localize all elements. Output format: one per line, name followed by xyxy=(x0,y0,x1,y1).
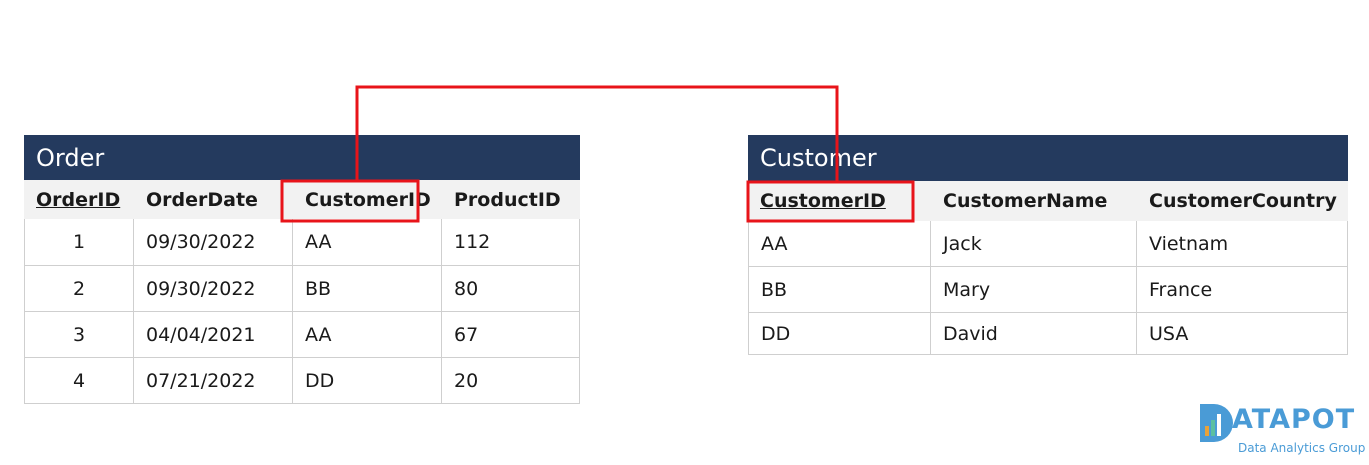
customer-header-customerid: CustomerID xyxy=(748,181,931,221)
logo-wordmark: ATAPOT xyxy=(1232,404,1356,435)
order-cell: 2 xyxy=(24,266,134,312)
customer-cell: Vietnam xyxy=(1137,221,1348,267)
customer-cell: DD xyxy=(748,313,931,355)
order-cell: 04/04/2021 xyxy=(134,312,293,358)
customer-header-customercountry: CustomerCountry xyxy=(1137,181,1348,221)
order-cell: 09/30/2022 xyxy=(134,219,293,266)
order-header-customerid: CustomerID xyxy=(293,180,442,219)
customer-cell: David xyxy=(931,313,1137,355)
customer-table-title: Customer xyxy=(748,135,1348,181)
order-cell: 09/30/2022 xyxy=(134,266,293,312)
customer-table-grid: CustomerID CustomerName CustomerCountry … xyxy=(748,181,1348,355)
customer-cell: BB xyxy=(748,267,931,313)
order-cell: DD xyxy=(293,358,442,404)
customer-cell: Jack xyxy=(931,221,1137,267)
order-header-productid: ProductID xyxy=(442,180,580,219)
customer-cell: France xyxy=(1137,267,1348,313)
order-cell: 67 xyxy=(442,312,580,358)
order-cell: 80 xyxy=(442,266,580,312)
order-cell: 3 xyxy=(24,312,134,358)
customer-header-customername: CustomerName xyxy=(931,181,1137,221)
customer-cell: Mary xyxy=(931,267,1137,313)
customer-cell: AA xyxy=(748,221,931,267)
order-cell: 07/21/2022 xyxy=(134,358,293,404)
order-cell: AA xyxy=(293,219,442,266)
order-cell: 4 xyxy=(24,358,134,404)
order-table-grid: OrderID OrderDate CustomerID ProductID 1… xyxy=(24,180,580,404)
order-cell: 20 xyxy=(442,358,580,404)
order-header-orderdate: OrderDate xyxy=(134,180,293,219)
order-cell: 1 xyxy=(24,219,134,266)
order-header-orderid: OrderID xyxy=(24,180,134,219)
order-cell: AA xyxy=(293,312,442,358)
order-table: Order OrderID OrderDate CustomerID Produ… xyxy=(24,135,580,404)
logo-subtitle: Data Analytics Group xyxy=(1238,441,1366,455)
datapot-logo: ATAPOT Data Analytics Group xyxy=(1198,402,1366,458)
customer-table: Customer CustomerID CustomerName Custome… xyxy=(748,135,1348,355)
order-cell: BB xyxy=(293,266,442,312)
order-cell: 112 xyxy=(442,219,580,266)
order-table-title: Order xyxy=(24,135,580,180)
customer-cell: USA xyxy=(1137,313,1348,355)
